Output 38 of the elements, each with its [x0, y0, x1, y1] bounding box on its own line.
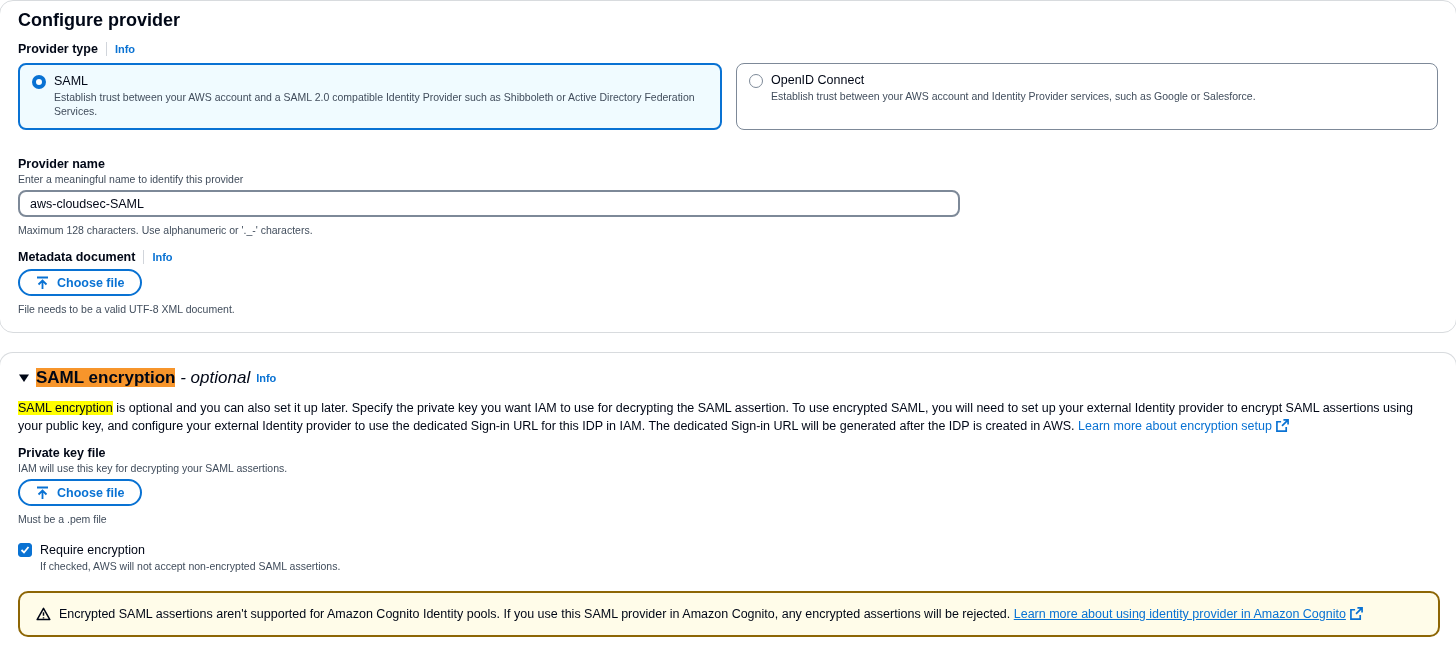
field-constraint: Must be a .pem file — [18, 512, 108, 526]
warning-icon — [36, 607, 51, 621]
section-title: SAML encryption - optional — [36, 367, 251, 389]
provider-type-option[interactable]: SAML Establish trust between your AWS account and a SAML 2.0 compatible Identity Provider such as Shibboleth or Active Directory Federation Services. — [18, 63, 722, 130]
info-link[interactable]: Info — [114, 41, 136, 57]
section-description: SAML encryption is optional and you can also set it up later. Specify the private key you want IAM to use for decrypting the SAML assertion. To use encrypted SAML, you will need to set up your external Identity provider to encrypt SAML assertions using your public key, and configure your external Identity provider to use the dedicated Sign-in URL for this IDP in IAM. The dedicated Sign-in URL will be generated after the IDP is created in AWS. Learn more about encryption setup — [18, 400, 1414, 435]
info-link[interactable]: Info — [152, 249, 173, 265]
panel-title: Configure provider — [18, 9, 181, 31]
caret-icon[interactable] — [18, 372, 30, 384]
field-constraint: File needs to be a valid UTF-8 XML document. — [18, 302, 236, 316]
checkbox[interactable] — [18, 543, 32, 557]
encryption-setup-link[interactable]: Learn more about encryption setup — [1078, 419, 1289, 433]
field-label: Metadata document — [18, 249, 136, 265]
choose-file-button[interactable]: Choose file — [18, 479, 143, 506]
info-link[interactable]: Info — [256, 372, 277, 384]
field-label: Provider type — [18, 41, 98, 57]
checkbox-label: Require encryption — [40, 542, 146, 559]
external-link-icon — [1349, 607, 1363, 620]
provider-type-option[interactable]: OpenID Connect Establish trust between your AWS account and Identity Provider services, such as Google or Salesforce. — [736, 63, 1438, 130]
option-title: SAML — [54, 73, 90, 90]
field-constraint: Maximum 128 characters. Use alphanumeric or '._-' characters. — [18, 223, 314, 237]
option-description: Establish trust between your AWS account and a SAML 2.0 compatible Identity Provider such as Shibboleth or Active Directory Federation Services. — [54, 90, 696, 118]
radio-button[interactable] — [32, 75, 46, 89]
field-label: Private key file — [18, 445, 106, 461]
external-link-icon — [1275, 419, 1289, 432]
provider-name-input[interactable]: aws-cloudsec-SAML — [18, 190, 960, 217]
checkbox-description: If checked, AWS will not accept non-encrypted SAML assertions. — [40, 559, 341, 573]
upload-icon — [36, 275, 49, 290]
field-label: Provider name — [18, 156, 105, 172]
option-description: Establish trust between your AWS account and Identity Provider services, such as Google or Salesforce. — [771, 89, 1256, 103]
upload-icon — [36, 485, 49, 500]
radio-button[interactable] — [749, 74, 763, 88]
option-title: OpenID Connect — [771, 72, 866, 89]
choose-file-button[interactable]: Choose file — [18, 269, 143, 296]
cognito-link[interactable]: Learn more about using identity provider in Amazon Cognito — [1013, 607, 1363, 621]
field-description: IAM will use this key for decrypting your SAML assertions. — [18, 461, 289, 475]
alert-text: Encrypted SAML assertions aren't supported for Amazon Cognito Identity pools. If you use this SAML provider in Amazon Cognito, any encrypted assertions will be rejected. Learn more about using identity provider in Amazon Cognito — [59, 606, 1363, 622]
field-description: Enter a meaningful name to identify this provider — [18, 172, 245, 186]
